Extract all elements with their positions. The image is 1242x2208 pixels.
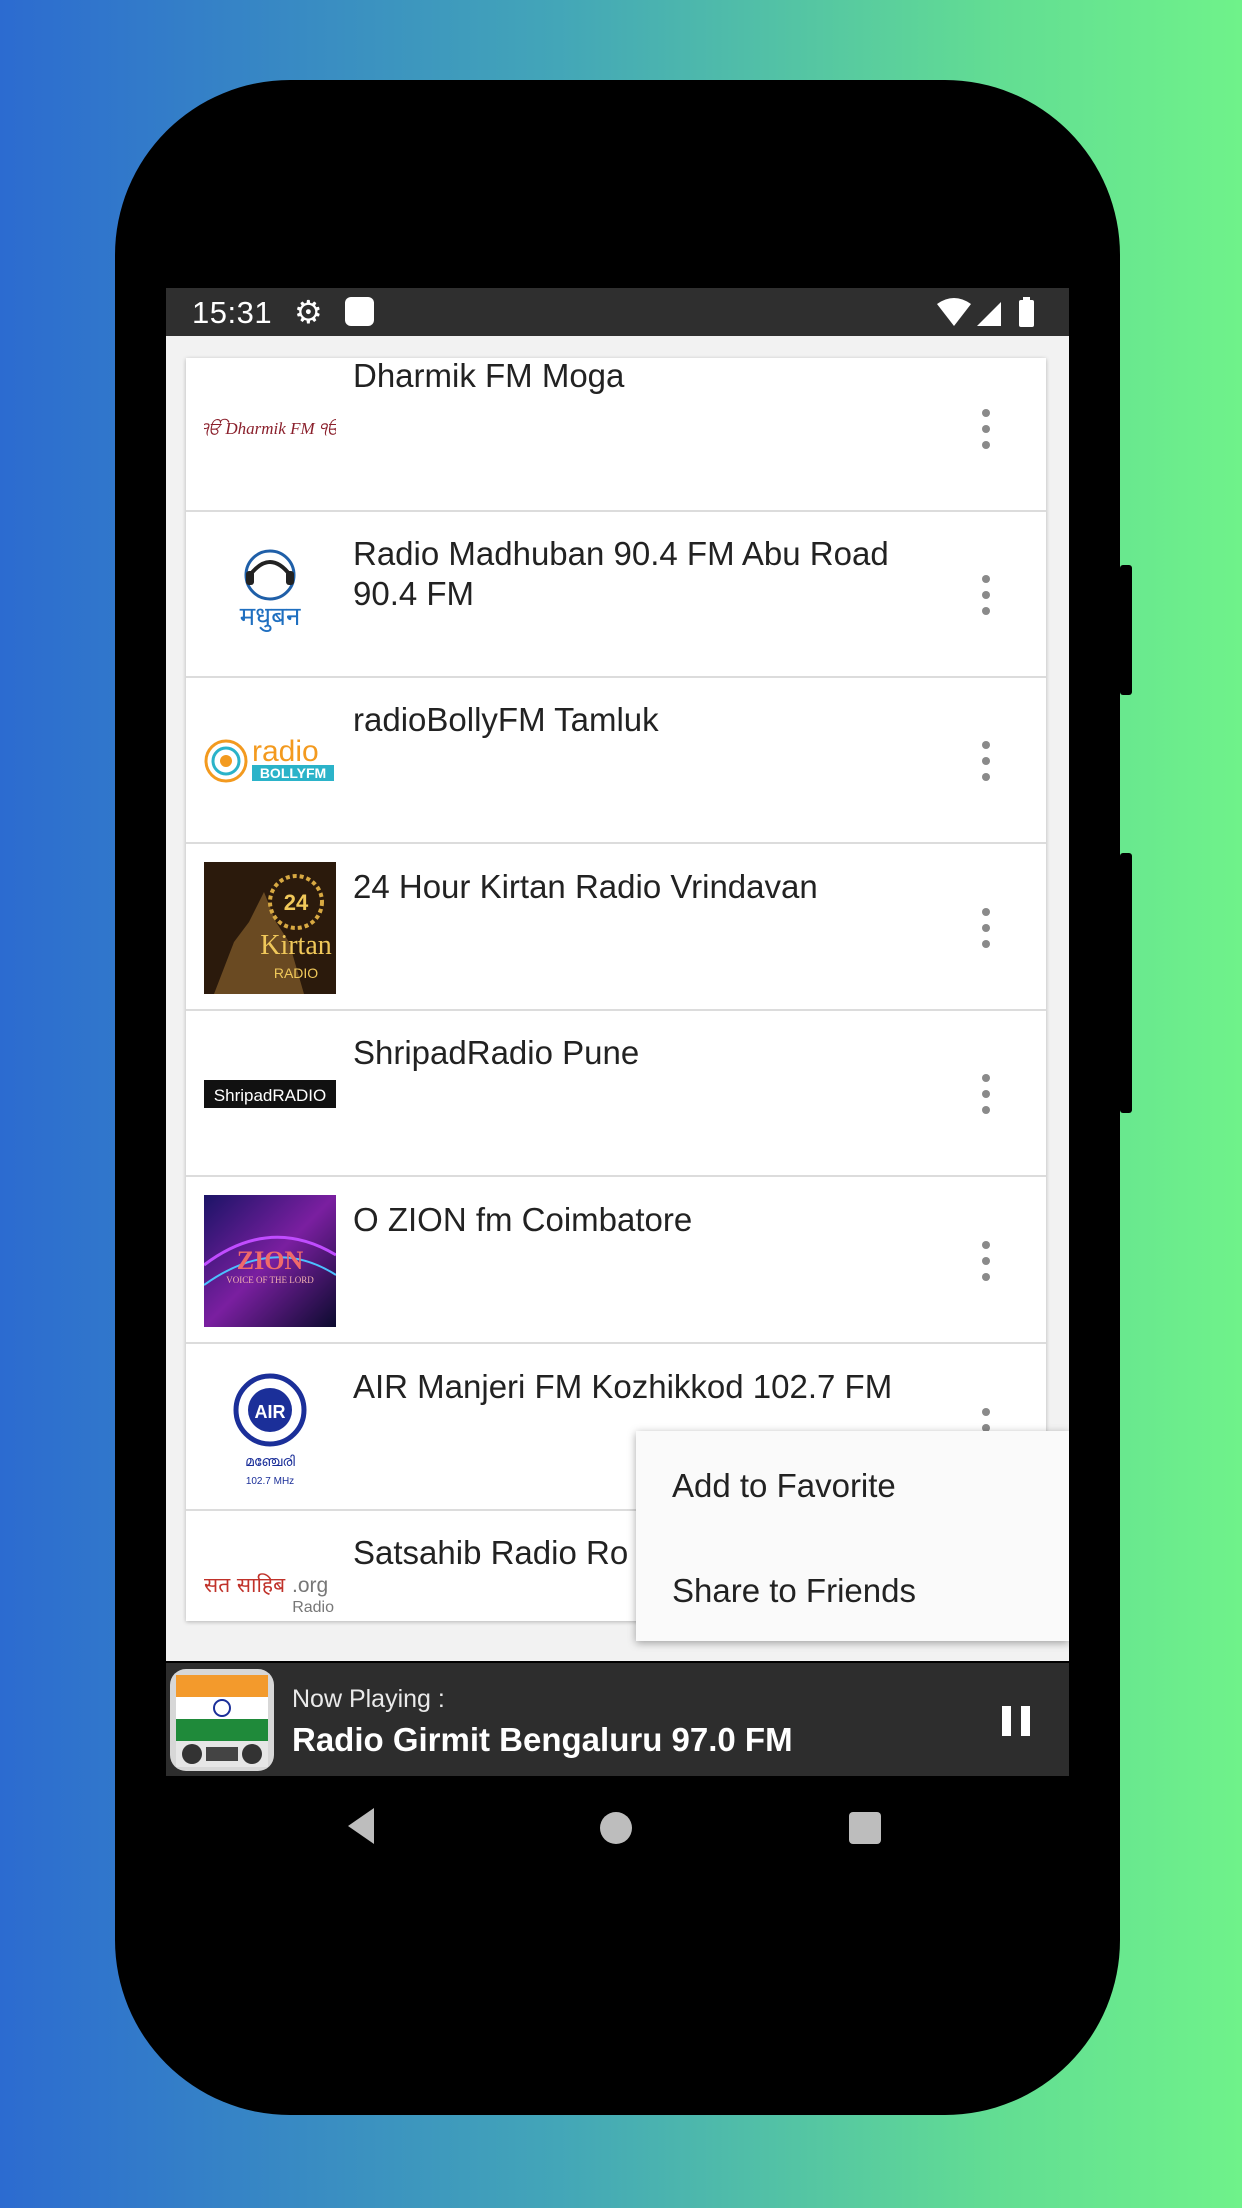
station-logo: ZION VOICE OF THE LORD [204,1195,336,1327]
india-flag-radio-icon [176,1675,268,1767]
svg-text:മഞ്ചേരി: മഞ്ചേരി [245,1454,295,1470]
phone-side-button [1120,565,1132,695]
station-logo: ShripadRADIO [204,1028,336,1160]
station-logo: सत साहिब .org Radio [204,1528,336,1621]
station-row[interactable]: ੴ Dharmik FM ੴ Dharmik FM Moga [186,358,1046,512]
gear-icon: ⚙ [294,294,323,330]
battery-icon [1019,300,1034,327]
phone-side-button [1120,853,1132,1113]
svg-text:Kirtan: Kirtan [260,930,332,961]
svg-text:RADIO: RADIO [274,965,318,981]
svg-text:.org: .org [292,1574,328,1597]
station-logo: AIR മഞ്ചേരി 102.7 MHz [204,1362,336,1494]
station-name: radioBollyFM Tamluk [353,701,659,738]
now-playing-title: Radio Girmit Bengaluru 97.0 FM [292,1721,793,1758]
now-playing-label: Now Playing : [292,1685,445,1713]
more-options-icon[interactable] [981,575,991,615]
station-name: O ZION fm Coimbatore [353,1201,693,1238]
navigation-bar [166,1776,1069,1885]
station-row[interactable]: ShripadRADIO ShripadRadio Pune [186,1011,1046,1177]
phone-screen: 15:31 ⚙ ੴ Dharmik FM ੴ Dharmik FM Moga म… [166,288,1069,1885]
station-name: 24 Hour Kirtan Radio Vrindavan [353,868,818,905]
station-row[interactable]: ZION VOICE OF THE LORD O ZION fm Coimbat… [186,1178,1046,1344]
back-icon[interactable] [344,1806,378,1846]
svg-text:Radio: Radio [292,1599,334,1616]
satsahib-logo: सत साहिब .org Radio [204,1573,334,1616]
air-logo: AIR മഞ്ചേരി 102.7 MHz [233,1373,307,1487]
svg-text:102.7 MHz: 102.7 MHz [246,1476,294,1487]
home-icon[interactable] [600,1812,632,1844]
recent-apps-icon[interactable] [849,1812,881,1844]
station-logo: radio BOLLYFM [204,695,336,827]
svg-text:ੴ Dharmik FM ੴ: ੴ Dharmik FM ੴ [204,418,336,438]
station-row[interactable]: 24 Kirtan RADIO 24 Hour Kirtan Radio Vri… [186,845,1046,1011]
more-options-icon[interactable] [981,1074,991,1114]
context-menu: Add to Favorite Share to Friends [636,1431,1069,1641]
station-row[interactable]: radio BOLLYFM radioBollyFM Tamluk [186,678,1046,844]
now-playing-logo [170,1669,274,1771]
svg-text:VOICE OF THE LORD: VOICE OF THE LORD [226,1275,314,1285]
signal-icon [977,302,1001,326]
more-options-icon[interactable] [981,409,991,449]
more-options-icon[interactable] [981,1241,991,1281]
station-logo: मधुबन [204,529,336,661]
zion-fm-logo: ZION VOICE OF THE LORD [204,1195,336,1327]
station-name: AIR Manjeri FM Kozhikkod 102.7 FM [353,1368,893,1405]
svg-text:सत साहिब: सत साहिब [204,1573,286,1597]
svg-text:radio: radio [252,735,319,768]
notification-icon [345,297,374,326]
station-row[interactable]: मधुबन Radio Madhuban 90.4 FM Abu Road 90… [186,512,1046,678]
svg-text:ZION: ZION [237,1246,304,1275]
svg-text:BOLLYFM: BOLLYFM [260,765,326,781]
status-time: 15:31 [192,295,273,330]
shripad-radio-logo: ShripadRADIO [204,1080,336,1108]
share-to-friends-menu-item[interactable]: Share to Friends [672,1572,916,1610]
status-icons [937,297,1034,327]
station-logo: ੴ Dharmik FM ੴ [204,362,336,494]
dharmik-fm-logo: ੴ Dharmik FM ੴ [204,418,336,438]
station-logo: 24 Kirtan RADIO [204,862,336,994]
svg-text:ShripadRADIO: ShripadRADIO [214,1086,326,1105]
more-options-icon[interactable] [981,741,991,781]
kirtan-radio-logo: 24 Kirtan RADIO [204,862,336,994]
station-name: Dharmik FM Moga [353,358,625,394]
add-to-favorite-menu-item[interactable]: Add to Favorite [672,1467,896,1505]
svg-text:मधुबन: मधुबन [240,602,301,632]
bollyfm-logo: radio BOLLYFM [204,735,334,783]
madhuban-logo: मधुबन [240,549,301,632]
status-bar: 15:31 ⚙ [166,288,1069,336]
svg-text:24: 24 [284,890,309,915]
now-playing-bar[interactable]: Now Playing : Radio Girmit Bengaluru 97.… [166,1663,1069,1776]
more-options-icon[interactable] [981,908,991,948]
pause-button[interactable] [1002,1706,1030,1736]
station-name: Radio Madhuban 90.4 FM Abu Road 90.4 FM [353,535,889,612]
wifi-icon [937,298,971,326]
station-name: ShripadRadio Pune [353,1034,640,1071]
svg-text:AIR: AIR [255,1402,286,1422]
